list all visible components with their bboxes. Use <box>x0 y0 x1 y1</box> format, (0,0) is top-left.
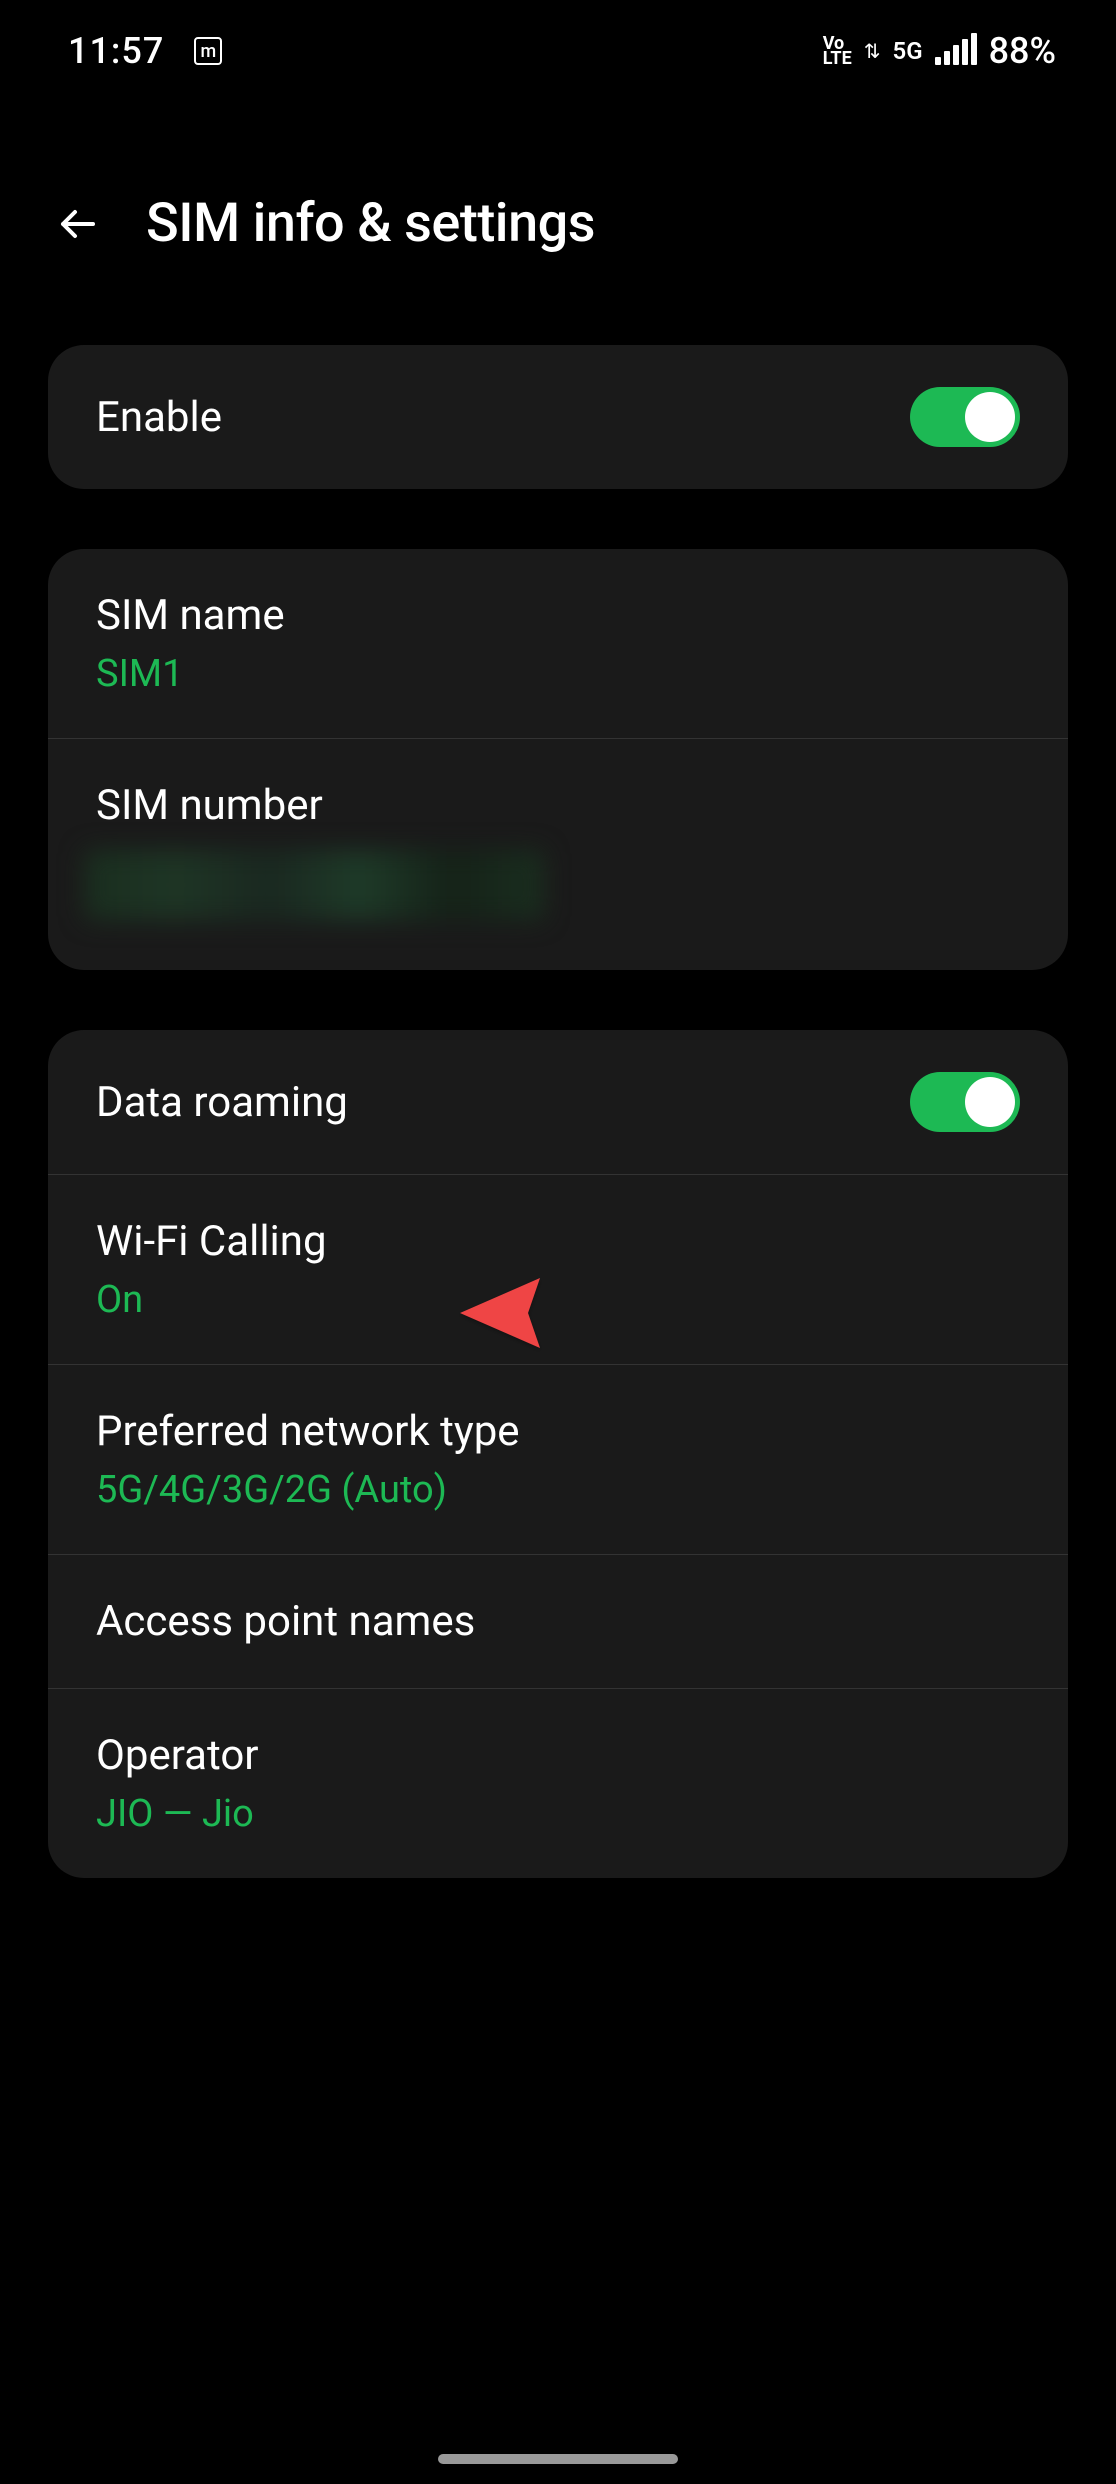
operator-label: Operator <box>96 1731 259 1780</box>
volte-icon: Vo LTE <box>823 36 852 67</box>
page-header: SIM info & settings <box>0 92 1116 315</box>
settings-content: Enable SIM name SIM1 SIM number Data roa <box>0 315 1116 1968</box>
status-bar-right: Vo LTE ⇅ 5G 88% <box>823 30 1056 72</box>
network-settings-card: Data roaming Wi-Fi Calling On Preferred … <box>48 1030 1068 1878</box>
network-type-label: 5G <box>892 37 922 65</box>
toggle-knob <box>965 1077 1015 1127</box>
apn-label: Access point names <box>96 1597 475 1646</box>
toggle-knob <box>965 392 1015 442</box>
wifi-calling-label: Wi-Fi Calling <box>96 1217 327 1266</box>
wifi-calling-value: On <box>96 1278 327 1322</box>
page-title: SIM info & settings <box>146 192 595 255</box>
sim-info-card: SIM name SIM1 SIM number <box>48 549 1068 970</box>
preferred-network-label: Preferred network type <box>96 1407 520 1456</box>
data-roaming-row[interactable]: Data roaming <box>48 1030 1068 1174</box>
enable-card: Enable <box>48 345 1068 489</box>
status-bar: 11:57 m Vo LTE ⇅ 5G 88% <box>0 0 1116 92</box>
sim-number-label: SIM number <box>96 781 544 830</box>
battery-percentage: 88% <box>989 30 1056 72</box>
sim-name-row[interactable]: SIM name SIM1 <box>48 549 1068 738</box>
enable-row[interactable]: Enable <box>48 345 1068 489</box>
network-updown-icon: ⇅ <box>864 39 881 63</box>
operator-value: JIO — Jio <box>96 1792 259 1836</box>
app-indicator-icon: m <box>194 37 222 65</box>
data-roaming-label: Data roaming <box>96 1078 348 1127</box>
sim-number-value-redacted <box>84 850 544 920</box>
preferred-network-value: 5G/4G/3G/2G (Auto) <box>96 1468 520 1512</box>
status-time: 11:57 <box>68 30 164 72</box>
data-roaming-toggle[interactable] <box>910 1072 1020 1132</box>
sim-name-value: SIM1 <box>96 652 285 696</box>
operator-row[interactable]: Operator JIO — Jio <box>48 1688 1068 1878</box>
status-bar-left: 11:57 m <box>68 30 222 72</box>
preferred-network-row[interactable]: Preferred network type 5G/4G/3G/2G (Auto… <box>48 1364 1068 1554</box>
signal-strength-icon <box>935 37 977 65</box>
enable-toggle[interactable] <box>910 387 1020 447</box>
sim-name-label: SIM name <box>96 591 285 640</box>
back-arrow-icon <box>53 199 103 249</box>
sim-number-row[interactable]: SIM number <box>48 738 1068 970</box>
apn-row[interactable]: Access point names <box>48 1554 1068 1688</box>
enable-label: Enable <box>96 393 222 442</box>
wifi-calling-row[interactable]: Wi-Fi Calling On <box>48 1174 1068 1364</box>
back-button[interactable] <box>50 196 106 252</box>
home-indicator[interactable] <box>438 2454 678 2464</box>
